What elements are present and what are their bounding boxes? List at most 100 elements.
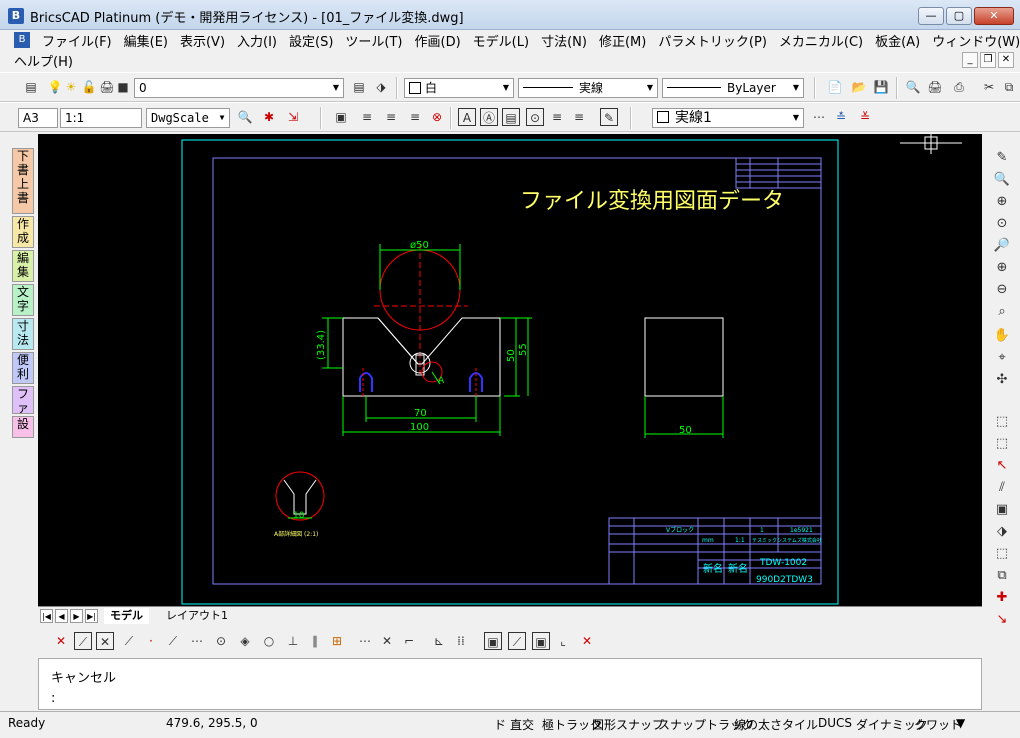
snap-toggle-4-icon[interactable]: ⌞ xyxy=(554,632,572,650)
status-toggle-ducs[interactable]: DUCS xyxy=(818,716,852,730)
layer-previous-icon[interactable]: ▤ xyxy=(350,78,368,96)
snap-tangent-icon[interactable]: ○ xyxy=(260,632,278,650)
doc-close-button[interactable]: ✕ xyxy=(998,52,1014,68)
menu-modify[interactable]: 修正(M) xyxy=(593,31,652,50)
distribute-icon[interactable]: ≚ xyxy=(856,108,874,126)
tab-prev-button[interactable]: ◀ xyxy=(55,609,68,623)
document-icon[interactable]: B xyxy=(14,32,30,48)
menu-view[interactable]: 表示(V) xyxy=(174,31,231,50)
layer-delete-icon[interactable]: ⊗ xyxy=(428,108,446,126)
snap-circle-center-icon[interactable]: ⊙ xyxy=(212,632,230,650)
snap-quadrant-point-icon[interactable]: ◈ xyxy=(236,632,254,650)
menu-parametric[interactable]: パラメトリック(P) xyxy=(652,31,773,50)
maximize-button[interactable]: ▢ xyxy=(946,7,972,25)
status-toggle-quad[interactable]: クワッド xyxy=(914,716,962,733)
status-toggle-lineweight[interactable]: 線の太さ xyxy=(734,716,782,733)
zoom-out-icon[interactable]: ⊖ xyxy=(992,280,1012,300)
palette-tab-utility[interactable]: 便利 xyxy=(12,352,34,384)
text-edit-icon[interactable]: Ⓐ xyxy=(480,108,498,126)
match-properties-icon[interactable]: ✎ xyxy=(600,108,618,126)
close-button[interactable]: ✕ xyxy=(974,7,1014,25)
drawing-canvas[interactable]: ファイル変換用図面データ ø50 (33.4) 50 55 70 100 A 5… xyxy=(38,134,982,606)
select-fence-icon[interactable]: ⫽ xyxy=(992,478,1012,498)
lineweight-select[interactable]: ByLayer ▼ xyxy=(662,78,804,98)
snap-endpoint-icon[interactable]: ⟋ xyxy=(74,632,92,650)
palette-tab-draft[interactable]: 下書 上書 xyxy=(12,148,34,214)
zoom-window-icon[interactable]: ⊙ xyxy=(992,214,1012,234)
zoom-previous-icon[interactable]: 🔎 xyxy=(992,236,1012,256)
status-toggle-drafting[interactable]: ド xyxy=(494,716,506,733)
status-toggle-ortho[interactable]: 直交 xyxy=(510,716,534,733)
select-crossing-icon[interactable]: ⬚ xyxy=(992,434,1012,454)
text-on-icon[interactable]: ≡ xyxy=(548,108,566,126)
mtext-icon[interactable]: ▤ xyxy=(502,108,520,126)
scale-search-icon[interactable]: 🔍 xyxy=(236,108,254,126)
tab-layout1[interactable]: レイアウト1 xyxy=(160,608,234,624)
menu-edit[interactable]: 編集(E) xyxy=(118,31,174,50)
line-settings-icon[interactable]: ⋯ xyxy=(810,108,828,126)
command-input[interactable]: : xyxy=(51,691,55,706)
copy-icon[interactable]: ⧉ xyxy=(1000,78,1018,96)
align-icon[interactable]: ≛ xyxy=(832,108,850,126)
snap-clear-icon[interactable]: ✕ xyxy=(578,632,596,650)
select-last-icon[interactable]: ▣ xyxy=(992,500,1012,520)
snap-midpoint-icon[interactable]: ✕ xyxy=(96,632,114,650)
menu-help[interactable]: ヘルプ(H) xyxy=(14,51,79,70)
tab-model[interactable]: モデル xyxy=(104,608,149,624)
publish-icon[interactable]: ⎙ xyxy=(950,78,968,96)
zoom-icon[interactable]: 🔍 xyxy=(992,170,1012,190)
new-file-icon[interactable]: 📄 xyxy=(826,78,844,96)
paper-size-field[interactable]: A3 xyxy=(18,108,58,128)
bricscad-app-icon[interactable]: B xyxy=(8,8,24,24)
palette-tab-create[interactable]: 作成 xyxy=(12,216,34,248)
snap-extension-icon[interactable]: ⋯ xyxy=(188,632,206,650)
pencil-icon[interactable]: ✎ xyxy=(992,148,1012,168)
menu-insert[interactable]: 入力(I) xyxy=(231,31,283,50)
text-style-icon[interactable]: A xyxy=(458,108,476,126)
zoom-extents-icon[interactable]: ⌕ xyxy=(992,302,1012,322)
palette-tab-text[interactable]: 文字 xyxy=(12,284,34,316)
tab-first-button[interactable]: |◀ xyxy=(40,609,53,623)
layer-state-icon[interactable]: ▣ xyxy=(332,108,350,126)
scale-field[interactable]: 1:1 xyxy=(60,108,142,128)
select-add-icon[interactable]: ✚ xyxy=(992,588,1012,608)
sun-icon[interactable]: ☀ xyxy=(62,78,80,96)
select-group-icon[interactable]: ⧉ xyxy=(992,566,1012,586)
layer-on-icon[interactable]: ≡ xyxy=(358,108,376,126)
menu-sheetmetal[interactable]: 板金(A) xyxy=(869,31,926,50)
orbit-icon[interactable]: ✣ xyxy=(992,370,1012,390)
print-preview-icon[interactable]: 🔍 xyxy=(904,78,922,96)
select-pointer-icon[interactable]: ↖ xyxy=(992,456,1012,476)
cut-icon[interactable]: ✂ xyxy=(980,78,998,96)
text-off-icon[interactable]: ≡ xyxy=(570,108,588,126)
layer-iso-icon[interactable]: ≡ xyxy=(406,108,424,126)
pan-hand-icon[interactable]: ✋ xyxy=(992,326,1012,346)
zoom-in-icon[interactable]: ⊕ xyxy=(992,258,1012,278)
doc-minimize-button[interactable]: _ xyxy=(962,52,978,68)
menu-window[interactable]: ウィンドウ(W) xyxy=(926,31,1020,50)
snap-none-icon[interactable]: ✕ xyxy=(52,632,70,650)
zoom-realtime-icon[interactable]: ⊕ xyxy=(992,192,1012,212)
snap-node-icon[interactable]: · xyxy=(142,632,160,650)
layer-match-icon[interactable]: ⬗ xyxy=(372,78,390,96)
snap-ortho-icon[interactable]: ⊾ xyxy=(430,632,448,650)
snap-grid-icon[interactable]: ⁞⁞ xyxy=(452,632,470,650)
tab-last-button[interactable]: ▶| xyxy=(85,609,98,623)
minimize-button[interactable]: — xyxy=(918,7,944,25)
dwgscale-select[interactable]: DwgScale ▼ xyxy=(146,108,230,128)
snap-quadrant-icon[interactable]: ⟋ xyxy=(164,632,182,650)
doc-restore-button[interactable]: ❐ xyxy=(980,52,996,68)
layer-off-icon[interactable]: ≡ xyxy=(382,108,400,126)
snap-apparent-icon[interactable]: ✕ xyxy=(378,632,396,650)
tab-next-button[interactable]: ▶ xyxy=(70,609,83,623)
menu-mechanical[interactable]: メカニカル(C) xyxy=(773,31,869,50)
color-select[interactable]: 白 ▼ xyxy=(404,78,514,98)
snap-toggle-2-icon[interactable]: ⟋ xyxy=(508,632,526,650)
palette-tab-file[interactable]: ファ xyxy=(12,386,34,415)
zoom-all-icon[interactable]: ⌖ xyxy=(992,348,1012,368)
menu-file[interactable]: ファイル(F) xyxy=(36,31,118,50)
select-all-icon[interactable]: ⬚ xyxy=(992,544,1012,564)
select-previous-icon[interactable]: ⬗ xyxy=(992,522,1012,542)
snap-toggle-3-icon[interactable]: ▣ xyxy=(532,632,550,650)
menu-dimension[interactable]: 寸法(N) xyxy=(535,31,593,50)
